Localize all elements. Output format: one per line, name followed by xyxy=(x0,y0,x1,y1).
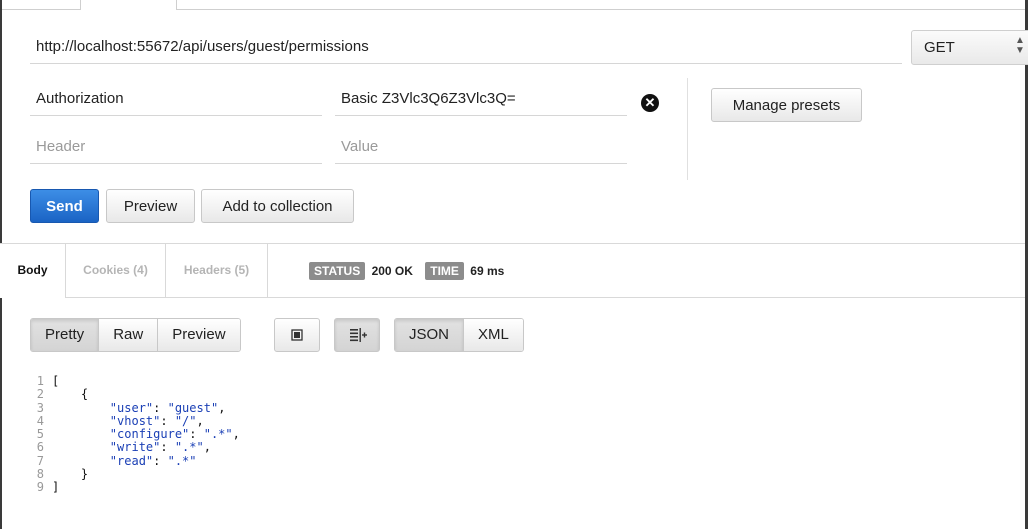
json-button[interactable]: JSON xyxy=(395,319,465,351)
code-text: { xyxy=(52,387,89,402)
indent-icon xyxy=(350,328,367,342)
code-line: 4 "vhost": "/", xyxy=(30,413,240,428)
code-text: "user": "guest", xyxy=(109,400,226,415)
new-header-value-field[interactable] xyxy=(335,130,627,164)
code-text: "vhost": "/", xyxy=(109,413,204,428)
code-line: 3 "user": "guest", xyxy=(30,400,240,415)
code-text: [ xyxy=(52,374,60,388)
code-line: 7 "read": ".*" xyxy=(30,453,240,468)
code-line: 1[ xyxy=(30,374,240,388)
fullscreen-icon xyxy=(291,329,303,341)
response-tabs: Body Cookies (4) Headers (5) xyxy=(0,244,1025,298)
code-text: "read": ".*" xyxy=(109,453,197,468)
top-tab-notch xyxy=(80,0,177,10)
line-number: 4 xyxy=(36,413,44,428)
fullscreen-button[interactable] xyxy=(274,318,320,352)
time-badge: TIME xyxy=(425,262,464,280)
new-header-key-field[interactable] xyxy=(30,130,322,164)
header-key-field[interactable] xyxy=(30,82,322,116)
headers-divider xyxy=(687,78,688,180)
send-button[interactable]: Send xyxy=(30,189,99,223)
preview-button[interactable]: Preview xyxy=(106,189,195,223)
code-line: 2 { xyxy=(30,387,240,402)
response-meta: STATUS 200 OK TIME 69 ms xyxy=(309,262,504,280)
line-number: 1 xyxy=(36,374,44,388)
response-preview-button[interactable]: Preview xyxy=(158,319,240,351)
line-number: 3 xyxy=(36,400,44,415)
tab-cookies[interactable]: Cookies (4) xyxy=(66,244,166,297)
header-value-field[interactable] xyxy=(335,82,627,116)
remove-header-icon[interactable]: ✕ xyxy=(641,94,659,112)
manage-presets-button[interactable]: Manage presets xyxy=(711,88,862,122)
tab-headers[interactable]: Headers (5) xyxy=(166,244,268,297)
status-badge: STATUS xyxy=(309,262,366,280)
line-number: 8 xyxy=(36,467,44,482)
view-mode-group: Pretty Raw Preview xyxy=(30,318,241,352)
code-text: "write": ".*", xyxy=(109,440,211,455)
status-value: 200 OK xyxy=(371,264,413,278)
response-body: 1[2 {3 "user": "guest", 4 "vhost": "/", 5 … xyxy=(30,374,240,495)
xml-button[interactable]: XML xyxy=(464,319,523,351)
top-frame xyxy=(0,0,1028,10)
line-number: 7 xyxy=(36,453,44,468)
indent-button[interactable] xyxy=(334,318,380,352)
line-number: 2 xyxy=(36,387,44,402)
method-value: GET xyxy=(924,39,955,56)
code-text: ] xyxy=(52,480,60,495)
select-arrows-icon: ▲ ▼ xyxy=(1015,35,1025,56)
code-line: 8 } xyxy=(30,467,240,482)
line-number: 5 xyxy=(36,427,44,442)
code-line: 6 "write": ".*", xyxy=(30,440,240,455)
method-select[interactable]: GET ▲ ▼ xyxy=(911,30,1028,65)
code-line: 5 "configure": ".*", xyxy=(30,427,240,442)
line-number: 9 xyxy=(36,480,44,495)
code-text: "configure": ".*", xyxy=(109,427,240,442)
tab-body[interactable]: Body xyxy=(0,244,66,298)
pretty-button[interactable]: Pretty xyxy=(31,319,100,351)
time-value: 69 ms xyxy=(470,264,505,278)
raw-button[interactable]: Raw xyxy=(99,319,159,351)
line-number: 6 xyxy=(36,440,44,455)
code-text: } xyxy=(52,467,89,482)
add-to-collection-button[interactable]: Add to collection xyxy=(201,189,354,223)
code-line: 9] xyxy=(30,480,240,495)
url-input[interactable] xyxy=(30,30,902,64)
format-group: JSON XML xyxy=(394,318,524,352)
